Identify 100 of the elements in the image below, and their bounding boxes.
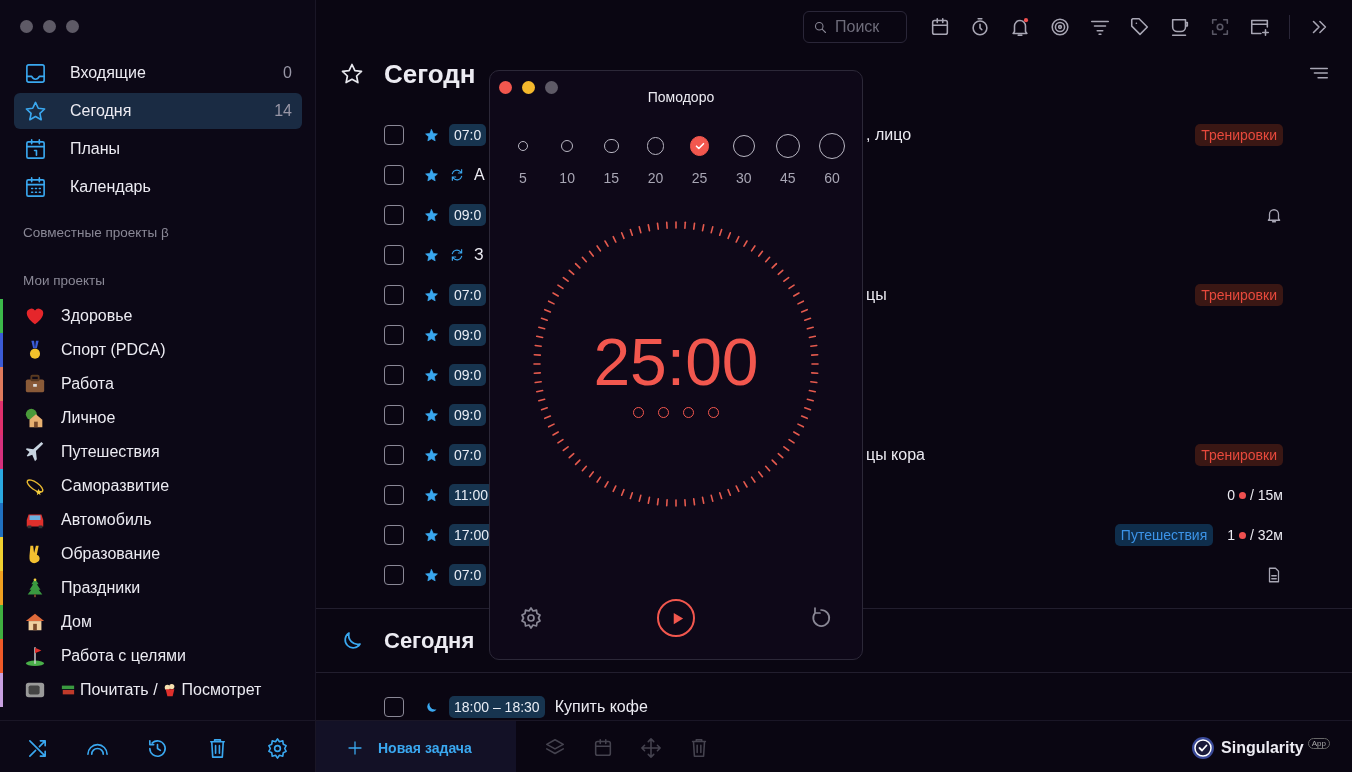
bell-icon[interactable] bbox=[1009, 16, 1031, 38]
nav-item[interactable]: Календарь bbox=[14, 169, 302, 205]
task-checkbox[interactable] bbox=[384, 245, 404, 265]
project-name: Работа bbox=[61, 375, 114, 393]
project-item[interactable]: Дом bbox=[0, 605, 315, 639]
project-tag: Путешествия bbox=[1114, 524, 1214, 546]
target-icon[interactable] bbox=[1049, 16, 1071, 38]
task-checkbox[interactable] bbox=[384, 285, 404, 305]
window-control[interactable] bbox=[20, 20, 33, 33]
task-checkbox[interactable] bbox=[384, 165, 404, 185]
focus-icon[interactable] bbox=[1209, 16, 1231, 38]
task-title: , лицо bbox=[866, 126, 912, 144]
calendar-icon[interactable] bbox=[929, 16, 951, 38]
project-item[interactable]: Образование bbox=[0, 537, 315, 571]
time-chip: 18:00 – 18:30 bbox=[449, 696, 545, 718]
project-item[interactable]: Почитать / Посмотрет bbox=[0, 673, 315, 707]
calendar-icon bbox=[24, 137, 47, 161]
nav-item[interactable]: Входящие 0 bbox=[14, 55, 302, 91]
stopwatch-icon[interactable] bbox=[969, 16, 991, 38]
inbox-icon bbox=[24, 61, 47, 85]
project-item[interactable]: Работа с целями bbox=[0, 639, 315, 673]
logo-icon bbox=[1191, 736, 1216, 760]
pomodoro-count: 0 bbox=[1227, 487, 1235, 503]
task-checkbox[interactable] bbox=[384, 445, 404, 465]
project-name: Дом bbox=[61, 613, 92, 631]
plane-icon bbox=[24, 441, 46, 463]
task-duration: / 32м bbox=[1250, 527, 1283, 543]
project-name: Работа с целями bbox=[61, 647, 186, 665]
star-icon bbox=[424, 207, 439, 223]
nav-item[interactable]: Сегодня 14 bbox=[14, 93, 302, 129]
check-icon bbox=[693, 140, 706, 152]
project-item[interactable]: Здоровье bbox=[0, 299, 315, 333]
star-icon bbox=[424, 567, 439, 583]
timer-display: 25:00 bbox=[593, 328, 759, 395]
task-title: З bbox=[474, 246, 484, 264]
house-icon bbox=[24, 611, 46, 633]
project-item[interactable]: Спорт (PDCA) bbox=[0, 333, 315, 367]
project-tag: Тренировки bbox=[1195, 444, 1283, 466]
reset-icon[interactable] bbox=[809, 606, 833, 630]
project-tag: Тренировки bbox=[1195, 124, 1283, 146]
new-task-button[interactable]: Новая задача bbox=[316, 721, 516, 772]
cup-icon[interactable] bbox=[1169, 16, 1191, 38]
duration-label: 45 bbox=[780, 170, 796, 186]
task-checkbox[interactable] bbox=[384, 205, 404, 225]
settings-icon[interactable] bbox=[266, 736, 289, 760]
task-checkbox[interactable] bbox=[384, 125, 404, 145]
settings-icon[interactable] bbox=[519, 606, 543, 630]
nav-item[interactable]: Планы bbox=[14, 131, 302, 167]
task-checkbox[interactable] bbox=[384, 565, 404, 585]
task-checkbox[interactable] bbox=[384, 485, 404, 505]
task-title: Купить кофе bbox=[554, 698, 648, 716]
star-icon bbox=[424, 487, 439, 503]
time-chip: 09:0 bbox=[449, 324, 487, 346]
star-icon bbox=[424, 367, 439, 383]
star-icon bbox=[340, 62, 364, 86]
repeat-icon bbox=[449, 247, 465, 263]
project-item[interactable]: Праздники bbox=[0, 571, 315, 605]
task-checkbox[interactable] bbox=[384, 405, 404, 425]
task-title: А bbox=[474, 166, 485, 184]
project-item[interactable]: Автомобиль bbox=[0, 503, 315, 537]
tomato-dot-icon bbox=[1239, 531, 1246, 539]
tomato-dot-icon bbox=[1239, 491, 1246, 499]
task-checkbox[interactable] bbox=[384, 365, 404, 385]
project-item[interactable]: Работа bbox=[0, 367, 315, 401]
task-checkbox[interactable] bbox=[384, 697, 404, 717]
section-title: Сегодня bbox=[384, 627, 475, 654]
project-name: Саморазвитие bbox=[61, 477, 170, 495]
play-button[interactable] bbox=[657, 599, 695, 637]
project-name: Спорт (PDCA) bbox=[61, 341, 166, 359]
search-field[interactable]: Поиск bbox=[803, 11, 907, 43]
maximize-button[interactable] bbox=[545, 81, 558, 94]
project-name: Путешествия bbox=[61, 443, 160, 461]
window-control[interactable] bbox=[43, 20, 56, 33]
project-tag: Тренировки bbox=[1195, 284, 1283, 306]
plus-icon bbox=[346, 739, 364, 757]
duration-label: 25 bbox=[691, 170, 708, 186]
star-icon bbox=[424, 287, 439, 303]
duration-option[interactable] bbox=[689, 136, 710, 156]
time-chip: 09:0 bbox=[449, 404, 487, 426]
project-name: Личное bbox=[61, 409, 116, 427]
time-chip: 07:0 bbox=[449, 564, 487, 586]
project-item[interactable]: Личное bbox=[0, 401, 315, 435]
close-button[interactable] bbox=[499, 81, 512, 94]
section-label: Мои проекты bbox=[22, 272, 106, 290]
time-chip: 07:0 bbox=[449, 444, 487, 466]
minimize-button[interactable] bbox=[522, 81, 535, 94]
project-name: Почитать / bbox=[80, 681, 158, 699]
duration-label: 30 bbox=[735, 170, 752, 186]
window-control[interactable] bbox=[66, 20, 79, 33]
books-icon bbox=[61, 683, 75, 697]
star-icon bbox=[424, 447, 439, 463]
section-label: Совместные проекты β bbox=[22, 224, 170, 242]
task-checkbox[interactable] bbox=[384, 525, 404, 545]
flag-icon bbox=[24, 645, 46, 667]
tag-icon[interactable] bbox=[1129, 16, 1151, 38]
project-item[interactable]: Саморазвитие bbox=[0, 469, 315, 503]
project-name: Автомобиль bbox=[61, 511, 152, 529]
task-checkbox[interactable] bbox=[384, 325, 404, 345]
project-item[interactable]: Путешествия bbox=[0, 435, 315, 469]
page-title: Сегодн bbox=[384, 58, 476, 90]
